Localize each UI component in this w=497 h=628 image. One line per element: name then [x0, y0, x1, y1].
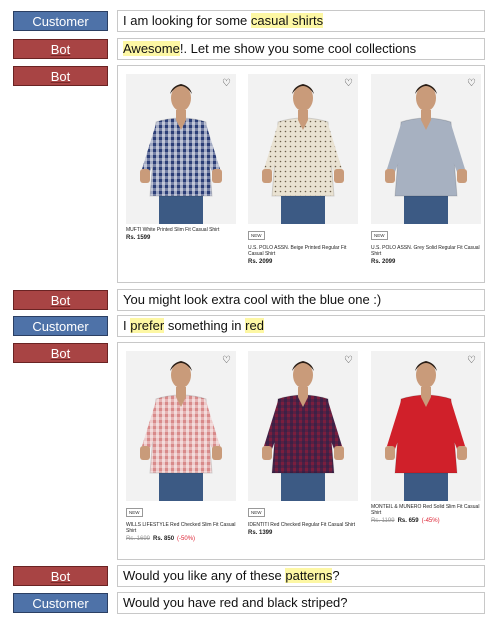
message-text: Would you have red and black striped? [123, 595, 348, 610]
product-price: Rs. 2099 [371, 259, 396, 265]
heart-outline-icon[interactable]: ♡ [467, 355, 476, 366]
product-card[interactable]: ♡ NEW IDENTITI Red Checked Regular Fit Cas… [248, 351, 358, 536]
chat-message: Would you have red and black striped? [117, 592, 485, 614]
product-price-row: Rs. 1399 [248, 530, 358, 536]
product-price: Rs. 1399 [248, 530, 273, 536]
product-card[interactable]: ♡ NEW WILLS LIFESTYLE Red Checked Slim Fit… [126, 351, 236, 542]
chat-message: You might look extra cool with the blue … [117, 289, 485, 311]
speaker-label-bot: Bot [13, 343, 108, 363]
product-price-row: Rs. 1199 Rs. 659 (-45%) [371, 518, 481, 524]
product-image[interactable]: ♡ [371, 351, 481, 501]
speaker-label-bot: Bot [13, 566, 108, 586]
original-price: Rs. 1199 [371, 518, 395, 524]
chat-message: Awesome!. Let me show you some cool coll… [117, 38, 485, 60]
product-price: Rs. 850 [153, 536, 175, 542]
original-price: Rs. 1699 [126, 536, 151, 542]
product-image[interactable]: ♡ [126, 351, 236, 501]
product-card[interactable]: ♡ MONTEIL & MUNERO Red Solid Slim Fit Cas… [371, 351, 481, 524]
heart-outline-icon[interactable]: ♡ [344, 355, 353, 366]
message-text: ? [332, 568, 340, 583]
chat-message: I prefer something in red [117, 315, 485, 337]
highlighted-keyword: Awesome [123, 41, 180, 56]
speaker-label-bot: Bot [13, 66, 108, 86]
product-carousel: ♡ NEW WILLS LIFESTYLE Red Checked Slim Fit… [117, 342, 485, 560]
speaker-label-customer: Customer [13, 316, 108, 336]
highlighted-keyword: prefer [130, 318, 165, 333]
message-text: You might look extra cool with the blue … [123, 292, 382, 307]
product-name[interactable]: IDENTITI Red Checked Regular Fit Casual … [248, 522, 358, 528]
speaker-label-customer: Customer [13, 593, 108, 613]
heart-outline-icon[interactable]: ♡ [222, 355, 231, 366]
product-card[interactable]: ♡ NEW U.S. POLO ASSN. Grey Solid Regular F… [371, 74, 481, 265]
product-name[interactable]: MUFTI White Printed Slim Fit Casual Shir… [126, 227, 236, 233]
discount-label: (-50%) [177, 536, 196, 542]
product-name[interactable]: U.S. POLO ASSN. Beige Printed Regular Fi… [248, 245, 358, 257]
heart-outline-icon[interactable]: ♡ [344, 78, 353, 89]
message-text: Would you like any of these [123, 568, 286, 583]
product-price-row: Rs. 1699 Rs. 850 (-50%) [126, 536, 236, 542]
chat-message: Would you like any of these patterns? [117, 565, 485, 587]
speaker-label-customer: Customer [13, 11, 108, 31]
chat-message: I am looking for some casual shirts [117, 10, 485, 32]
message-text: something in [164, 318, 246, 333]
product-image[interactable]: ♡ [248, 74, 358, 224]
product-card[interactable]: ♡ MUFTI White Printed Slim Fit Casual Shi… [126, 74, 236, 241]
message-text: I am looking for some [123, 13, 251, 28]
discount-label: (-45%) [421, 518, 440, 524]
highlighted-keyword: patterns [285, 568, 333, 583]
product-card[interactable]: ♡ NEW U.S. POLO ASSN. Beige Printed Regula… [248, 74, 358, 265]
product-name[interactable]: WILLS LIFESTYLE Red Checked Slim Fit Cas… [126, 522, 236, 534]
new-badge: NEW [248, 231, 265, 240]
product-price-row: Rs. 2099 [371, 259, 481, 265]
speaker-label-bot: Bot [13, 290, 108, 310]
product-price-row: Rs. 2099 [248, 259, 358, 265]
product-name[interactable]: U.S. POLO ASSN. Grey Solid Regular Fit C… [371, 245, 481, 257]
product-image[interactable]: ♡ [371, 74, 481, 224]
highlighted-keyword: casual shirts [250, 13, 324, 28]
heart-outline-icon[interactable]: ♡ [467, 78, 476, 89]
speaker-label-bot: Bot [13, 39, 108, 59]
message-text: !. Let me show you some cool collections [179, 41, 417, 56]
product-price: Rs. 2099 [248, 259, 273, 265]
product-price: Rs. 1599 [126, 235, 151, 241]
product-name[interactable]: MONTEIL & MUNERO Red Solid Slim Fit Casu… [371, 504, 481, 516]
new-badge: NEW [248, 508, 265, 517]
highlighted-keyword: red [245, 318, 264, 333]
product-price: Rs. 659 [397, 518, 419, 524]
product-carousel: ♡ MUFTI White Printed Slim Fit Casual Shi… [117, 65, 485, 283]
new-badge: NEW [126, 508, 143, 517]
product-image[interactable]: ♡ [126, 74, 236, 224]
product-image[interactable]: ♡ [248, 351, 358, 501]
heart-outline-icon[interactable]: ♡ [222, 78, 231, 89]
product-price-row: Rs. 1599 [126, 235, 236, 241]
new-badge: NEW [371, 231, 388, 240]
